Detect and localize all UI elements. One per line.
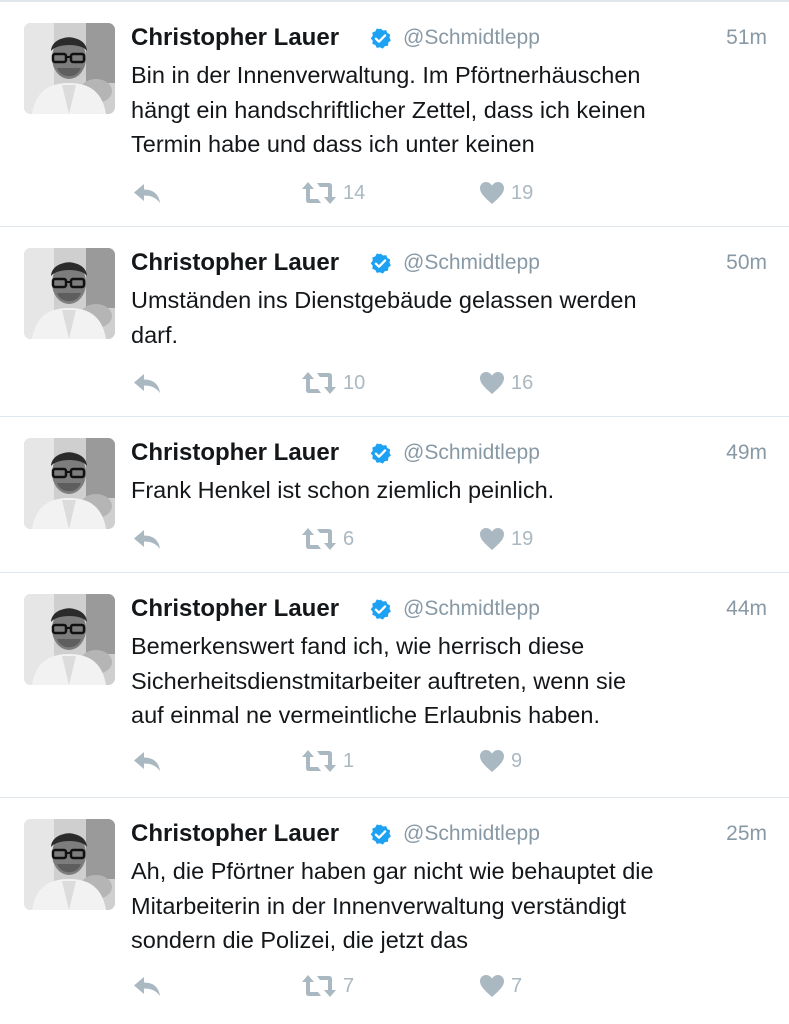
tweet-actions: 7 7	[131, 971, 631, 1001]
reply-arrow-icon	[131, 370, 163, 396]
tweet-text: Umständen ins Dienstgebäude gelassen wer…	[131, 287, 637, 348]
heart-icon	[479, 974, 505, 998]
avatar[interactable]	[24, 23, 115, 114]
retweet-button[interactable]: 7	[301, 971, 354, 1001]
tweet[interactable]: Christopher Lauer @Schmidtlepp 50m Umstä…	[0, 227, 789, 417]
user-handle[interactable]: @Schmidtlepp	[403, 436, 540, 470]
heart-icon	[479, 371, 505, 395]
like-button[interactable]: 19	[479, 524, 533, 554]
like-button[interactable]: 9	[479, 746, 522, 776]
verified-badge-icon	[369, 823, 392, 846]
verified-badge-icon	[369, 442, 392, 465]
verified-badge-icon	[369, 27, 392, 50]
reply-button[interactable]	[131, 178, 163, 208]
user-handle[interactable]: @Schmidtlepp	[403, 246, 540, 280]
display-name[interactable]: Christopher Lauer	[131, 436, 339, 470]
retweet-count: 7	[343, 975, 355, 997]
display-name[interactable]: Christopher Lauer	[131, 21, 339, 55]
retweet-icon	[301, 370, 337, 396]
tweet-header: Christopher Lauer @Schmidtlepp 50m	[131, 246, 767, 280]
tweet-timestamp[interactable]: 25m	[726, 817, 767, 851]
verified-badge-icon	[369, 252, 392, 275]
retweet-button[interactable]: 10	[301, 368, 365, 398]
retweet-icon	[301, 180, 337, 206]
user-handle[interactable]: @Schmidtlepp	[403, 817, 540, 851]
retweet-count: 14	[343, 182, 366, 204]
display-name[interactable]: Christopher Lauer	[131, 817, 339, 851]
tweet[interactable]: Christopher Lauer @Schmidtlepp 44m Bemer…	[0, 573, 789, 798]
reply-arrow-icon	[131, 526, 163, 552]
heart-icon	[479, 181, 505, 205]
retweet-count: 10	[343, 372, 366, 394]
tweet-text: Bin in der Innenverwaltung. Im Pförtnerh…	[131, 62, 646, 157]
retweet-button[interactable]: 14	[301, 178, 365, 208]
tweet-actions: 6 19	[131, 524, 631, 554]
tweet-timeline: Christopher Lauer @Schmidtlepp 51m Bin i…	[0, 0, 789, 1024]
tweet-header: Christopher Lauer @Schmidtlepp 49m	[131, 436, 767, 470]
avatar[interactable]	[24, 594, 115, 685]
heart-icon	[479, 749, 505, 773]
like-count: 16	[511, 372, 534, 394]
retweet-button[interactable]: 6	[301, 524, 354, 554]
tweet-header: Christopher Lauer @Schmidtlepp 51m	[131, 21, 767, 55]
tweet-actions: 10 16	[131, 368, 631, 398]
tweet-timestamp[interactable]: 44m	[726, 592, 767, 626]
like-button[interactable]: 16	[479, 368, 533, 398]
retweet-icon	[301, 748, 337, 774]
retweet-count: 6	[343, 528, 355, 550]
tweet-header: Christopher Lauer @Schmidtlepp 25m	[131, 817, 767, 851]
retweet-button[interactable]: 1	[301, 746, 354, 776]
avatar[interactable]	[24, 819, 115, 910]
like-button[interactable]: 7	[479, 971, 522, 1001]
like-count: 7	[511, 975, 523, 997]
retweet-icon	[301, 973, 337, 999]
tweet-timestamp[interactable]: 50m	[726, 246, 767, 280]
tweet-text: Bemerkenswert fand ich, wie herrisch die…	[131, 633, 627, 728]
tweet[interactable]: Christopher Lauer @Schmidtlepp 25m Ah, d…	[0, 798, 789, 1024]
tweet-text: Ah, die Pförtner haben gar nicht wie beh…	[131, 858, 654, 953]
reply-arrow-icon	[131, 180, 163, 206]
tweet[interactable]: Christopher Lauer @Schmidtlepp 51m Bin i…	[0, 2, 789, 227]
user-handle[interactable]: @Schmidtlepp	[403, 592, 540, 626]
reply-button[interactable]	[131, 524, 163, 554]
like-button[interactable]: 19	[479, 178, 533, 208]
like-count: 19	[511, 182, 534, 204]
display-name[interactable]: Christopher Lauer	[131, 592, 339, 626]
display-name[interactable]: Christopher Lauer	[131, 246, 339, 280]
reply-arrow-icon	[131, 973, 163, 999]
user-handle[interactable]: @Schmidtlepp	[403, 21, 540, 55]
reply-button[interactable]	[131, 971, 163, 1001]
reply-button[interactable]	[131, 368, 163, 398]
reply-arrow-icon	[131, 748, 163, 774]
tweet-header: Christopher Lauer @Schmidtlepp 44m	[131, 592, 767, 626]
avatar[interactable]	[24, 438, 115, 529]
tweet-timestamp[interactable]: 49m	[726, 436, 767, 470]
retweet-icon	[301, 526, 337, 552]
tweet-timestamp[interactable]: 51m	[726, 21, 767, 55]
tweet-text: Frank Henkel ist schon ziemlich peinlich…	[131, 477, 555, 503]
tweet-actions: 14 19	[131, 178, 631, 208]
verified-badge-icon	[369, 598, 392, 621]
heart-icon	[479, 527, 505, 551]
tweet[interactable]: Christopher Lauer @Schmidtlepp 49m Frank…	[0, 417, 789, 573]
avatar[interactable]	[24, 248, 115, 339]
like-count: 9	[511, 750, 523, 772]
reply-button[interactable]	[131, 746, 163, 776]
like-count: 19	[511, 528, 534, 550]
tweet-actions: 1 9	[131, 746, 631, 776]
retweet-count: 1	[343, 750, 355, 772]
